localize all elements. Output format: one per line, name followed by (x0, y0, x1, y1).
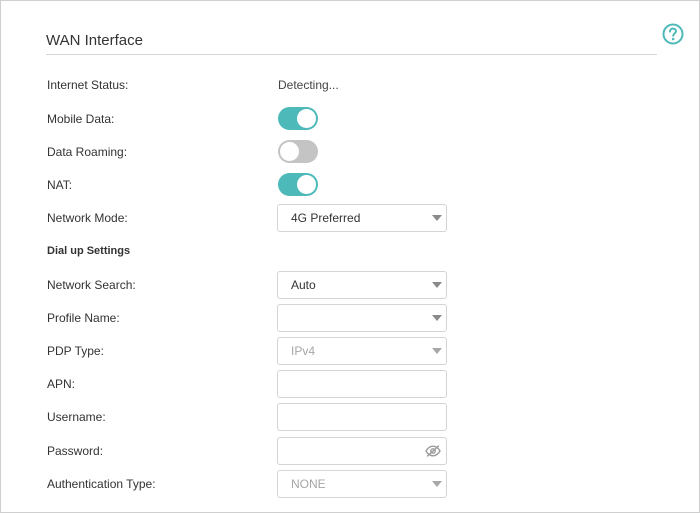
chevron-down-icon (432, 348, 442, 354)
wan-interface-panel: WAN Interface Internet Status: Detecting… (0, 0, 700, 513)
toggle-knob (297, 175, 316, 194)
network-mode-select[interactable]: 4G Preferred (277, 204, 447, 232)
network-mode-label: Network Mode: (47, 211, 128, 225)
toggle-knob (297, 109, 316, 128)
section-title: WAN Interface (46, 32, 143, 49)
profile-name-select[interactable] (277, 304, 447, 332)
dialup-settings-heading: Dial up Settings (47, 245, 131, 257)
username-input[interactable] (277, 403, 447, 431)
nat-label: NAT: (47, 178, 73, 192)
network-search-select[interactable]: Auto (277, 271, 447, 299)
username-label: Username: (47, 410, 106, 424)
nat-toggle[interactable] (278, 173, 318, 196)
password-label: Password: (47, 444, 104, 458)
network-search-label: Network Search: (47, 278, 136, 292)
chevron-down-icon (432, 215, 442, 221)
internet-status-label: Internet Status: (47, 78, 129, 92)
toggle-knob (280, 142, 299, 161)
data-roaming-toggle[interactable] (278, 140, 318, 163)
apn-input[interactable] (277, 370, 447, 398)
data-roaming-label: Data Roaming: (47, 145, 128, 159)
title-divider (46, 54, 657, 55)
chevron-down-icon (432, 481, 442, 487)
apn-label: APN: (47, 377, 76, 391)
internet-status-value: Detecting... (278, 78, 339, 92)
mobile-data-label: Mobile Data: (47, 112, 115, 126)
password-input[interactable] (277, 437, 447, 465)
profile-name-label: Profile Name: (47, 311, 120, 325)
mobile-data-toggle[interactable] (278, 107, 318, 130)
network-mode-value: 4G Preferred (291, 211, 361, 225)
chevron-down-icon (432, 315, 442, 321)
chevron-down-icon (432, 282, 442, 288)
pdp-type-label: PDP Type: (47, 344, 104, 358)
question-circle-icon[interactable] (662, 23, 684, 45)
authentication-type-label: Authentication Type: (47, 477, 156, 491)
network-search-value: Auto (291, 278, 316, 292)
eye-slash-icon[interactable] (425, 445, 441, 457)
pdp-type-select[interactable]: IPv4 (277, 337, 447, 365)
authentication-type-select[interactable]: NONE (277, 470, 447, 498)
authentication-type-value: NONE (291, 477, 326, 491)
pdp-type-value: IPv4 (291, 344, 316, 358)
